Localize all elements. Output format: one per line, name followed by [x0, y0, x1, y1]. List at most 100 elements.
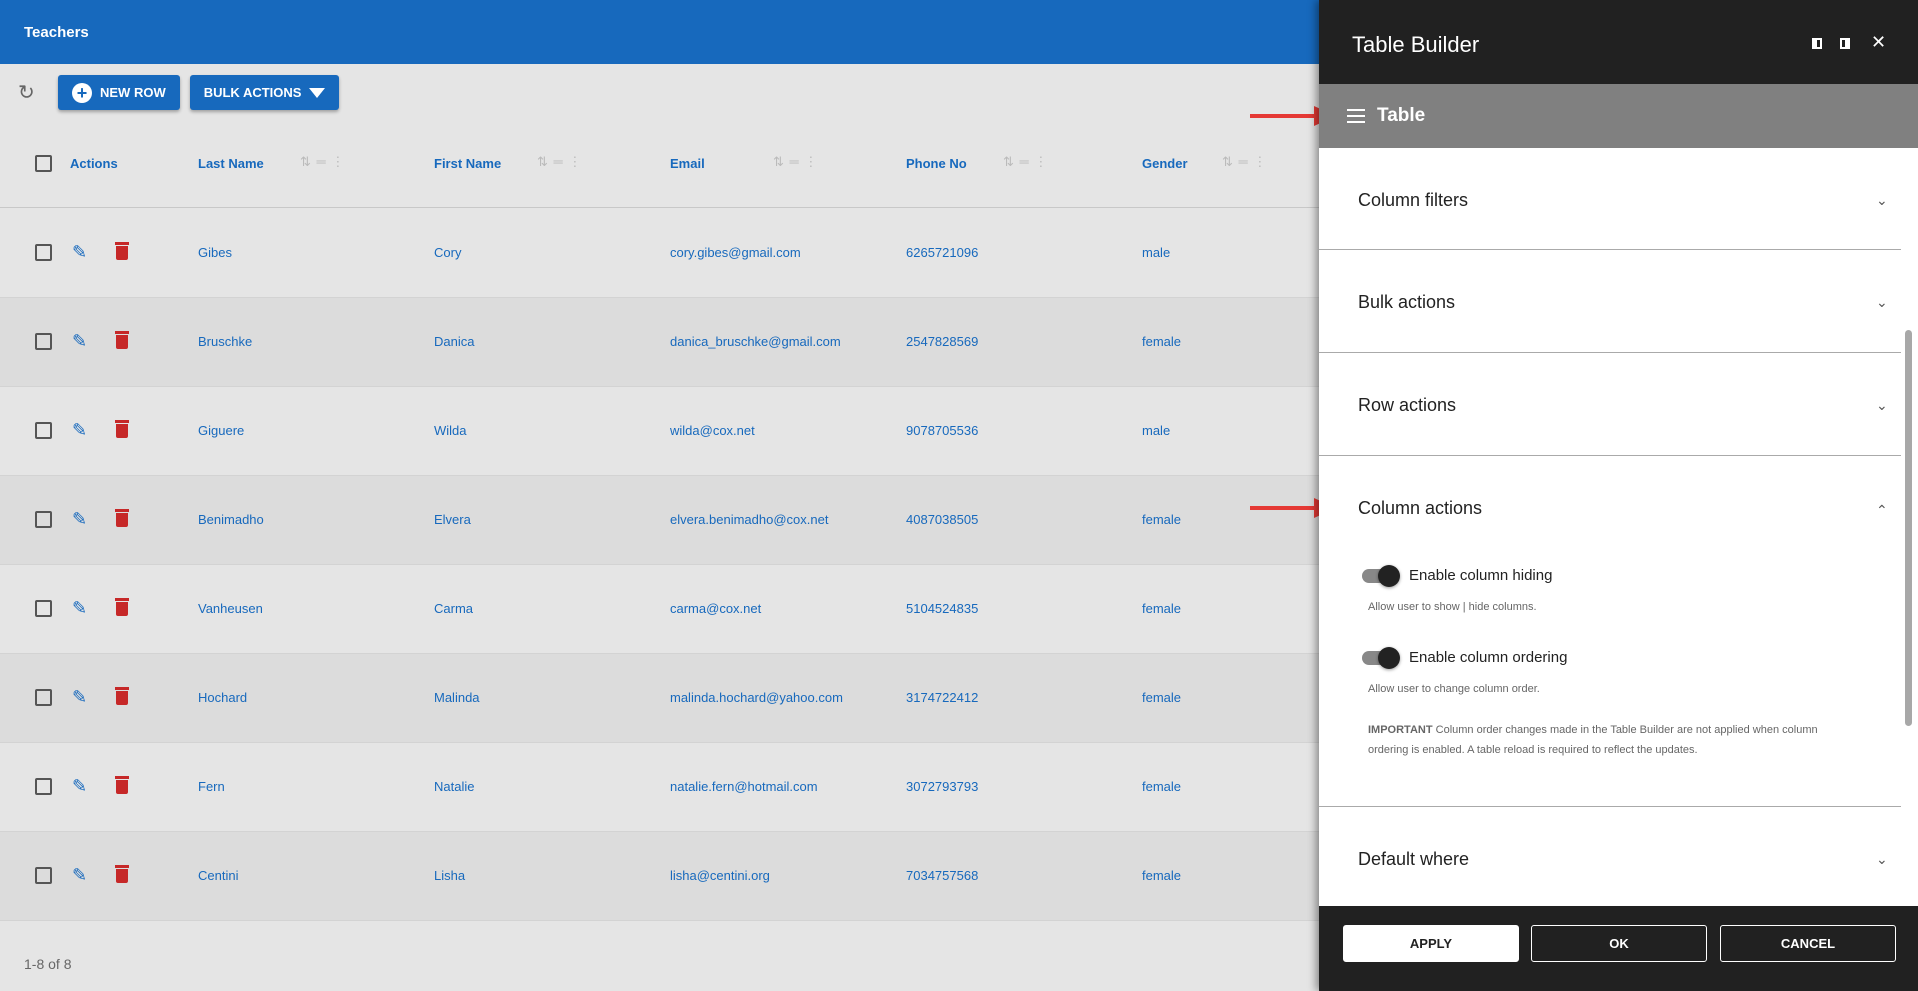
cell-gender: female	[1142, 334, 1182, 349]
section-column-actions: Column actions ⌃ Enable column hiding Al…	[1319, 456, 1901, 807]
row-checkbox[interactable]	[35, 244, 52, 261]
cell-gender: male	[1142, 245, 1171, 260]
edit-icon[interactable]: ✎	[72, 598, 87, 619]
section-column-filters[interactable]: Column filters ⌄	[1319, 148, 1901, 250]
cell-phone: 3174722412	[906, 690, 979, 705]
column-header-last-name[interactable]: Last Name	[198, 156, 264, 171]
edit-icon[interactable]: ✎	[72, 509, 87, 530]
row-checkbox[interactable]	[35, 511, 52, 528]
section-title: Column filters	[1358, 190, 1469, 210]
panel-header: Table Builder ✕	[1319, 0, 1918, 84]
table-row: ✎ Bruschke Danica danica_bruschke@gmail.…	[0, 298, 1319, 387]
edit-icon[interactable]: ✎	[72, 865, 87, 886]
table-section-header[interactable]: Table	[1319, 84, 1918, 148]
cell-last-name: Centini	[198, 868, 239, 883]
section-bulk-actions[interactable]: Bulk actions ⌄	[1319, 250, 1901, 353]
panel-title: Table Builder	[1352, 32, 1480, 57]
cell-first-name: Danica	[434, 334, 475, 349]
pagination-info: 1-8 of 8	[24, 956, 72, 972]
cell-first-name: Natalie	[434, 779, 475, 794]
column-hiding-desc: Allow user to show | hide columns.	[1368, 601, 1537, 613]
table-row: ✎ Benimadho Elvera elvera.benimadho@cox.…	[0, 476, 1319, 565]
delete-icon[interactable]	[115, 776, 129, 794]
cell-first-name: Wilda	[434, 423, 467, 438]
column-ordering-toggle[interactable]	[1362, 647, 1400, 669]
dock-left-icon[interactable]	[1812, 38, 1822, 49]
table-row: ✎ Gibes Cory cory.gibes@gmail.com 626572…	[0, 209, 1319, 298]
row-checkbox[interactable]	[35, 778, 52, 795]
table-row: ✎ Fern Natalie natalie.fern@hotmail.com …	[0, 743, 1319, 832]
row-checkbox[interactable]	[35, 422, 52, 439]
new-row-button[interactable]: + NEW ROW	[58, 75, 180, 110]
row-checkbox[interactable]	[35, 600, 52, 617]
edit-icon[interactable]: ✎	[72, 420, 87, 441]
close-icon[interactable]: ✕	[1871, 32, 1886, 53]
edit-icon[interactable]: ✎	[72, 687, 87, 708]
new-row-label: NEW ROW	[100, 85, 166, 100]
cell-gender: female	[1142, 690, 1182, 705]
important-note: IMPORTANT Column order changes made in t…	[1368, 720, 1848, 760]
section-title[interactable]: Column actions	[1358, 498, 1482, 519]
delete-icon[interactable]	[115, 865, 129, 883]
chevron-down-icon: ⌄	[1876, 397, 1888, 413]
delete-icon[interactable]	[115, 598, 129, 616]
cell-last-name: Fern	[198, 779, 225, 794]
section-row-actions[interactable]: Row actions ⌄	[1319, 353, 1901, 456]
column-tools-icon[interactable]: ⇅ ═ ⋮	[773, 154, 818, 170]
select-all-checkbox[interactable]	[35, 155, 52, 172]
table-header: Actions Last Name ⇅ ═ ⋮ First Name ⇅ ═ ⋮…	[0, 110, 1319, 208]
delete-icon[interactable]	[115, 242, 129, 260]
column-tools-icon[interactable]: ⇅ ═ ⋮	[1222, 154, 1267, 170]
cell-email: natalie.fern@hotmail.com	[670, 779, 818, 794]
row-checkbox[interactable]	[35, 867, 52, 884]
cell-phone: 2547828569	[906, 334, 979, 349]
cell-gender: female	[1142, 779, 1182, 794]
cell-first-name: Lisha	[434, 868, 466, 883]
important-label: IMPORTANT	[1368, 724, 1433, 736]
bulk-actions-button[interactable]: BULK ACTIONS	[189, 75, 340, 110]
cell-first-name: Malinda	[434, 690, 480, 705]
column-header-phone[interactable]: Phone No	[906, 156, 967, 171]
refresh-icon[interactable]: ↻	[18, 82, 40, 104]
cell-email: danica_bruschke@gmail.com	[670, 334, 841, 349]
apply-button[interactable]: APPLY	[1343, 925, 1519, 962]
column-hiding-toggle[interactable]	[1362, 565, 1400, 587]
row-checkbox[interactable]	[35, 333, 52, 350]
edit-icon[interactable]: ✎	[72, 331, 87, 352]
column-header-actions: Actions	[70, 156, 118, 171]
delete-icon[interactable]	[115, 687, 129, 705]
dock-right-icon[interactable]	[1840, 38, 1850, 49]
delete-icon[interactable]	[115, 331, 129, 349]
cell-phone: 4087038505	[906, 512, 979, 527]
column-tools-icon[interactable]: ⇅ ═ ⋮	[300, 154, 345, 170]
column-header-first-name[interactable]: First Name	[434, 156, 501, 171]
cell-phone: 5104524835	[906, 601, 979, 616]
section-title: Bulk actions	[1358, 292, 1456, 312]
cell-email: malinda.hochard@yahoo.com	[670, 690, 843, 705]
menu-icon	[1347, 109, 1365, 123]
column-header-email[interactable]: Email	[670, 156, 705, 171]
table-row: ✎ Hochard Malinda malinda.hochard@yahoo.…	[0, 654, 1319, 743]
scrollbar-thumb[interactable]	[1905, 330, 1912, 726]
chevron-up-icon[interactable]: ⌃	[1876, 502, 1888, 519]
edit-icon[interactable]: ✎	[72, 776, 87, 797]
column-tools-icon[interactable]: ⇅ ═ ⋮	[1003, 154, 1048, 170]
section-default-where[interactable]: Default where ⌄	[1319, 807, 1901, 907]
row-checkbox[interactable]	[35, 689, 52, 706]
cell-email: wilda@cox.net	[670, 423, 755, 438]
ok-button[interactable]: OK	[1531, 925, 1707, 962]
column-ordering-desc: Allow user to change column order.	[1368, 683, 1540, 695]
plus-icon: +	[72, 82, 92, 103]
bulk-actions-label: BULK ACTIONS	[203, 85, 302, 100]
column-ordering-label: Enable column ordering	[1409, 649, 1568, 666]
delete-icon[interactable]	[115, 420, 129, 438]
table-row: ✎ Centini Lisha lisha@centini.org 703475…	[0, 832, 1319, 921]
column-header-gender[interactable]: Gender	[1142, 156, 1188, 171]
cell-phone: 6265721096	[906, 245, 979, 260]
column-tools-icon[interactable]: ⇅ ═ ⋮	[537, 154, 582, 170]
edit-icon[interactable]: ✎	[72, 242, 87, 263]
cancel-button[interactable]: CANCEL	[1720, 925, 1896, 962]
delete-icon[interactable]	[115, 509, 129, 527]
cell-phone: 3072793793	[906, 779, 979, 794]
page-title: Teachers	[24, 24, 89, 41]
